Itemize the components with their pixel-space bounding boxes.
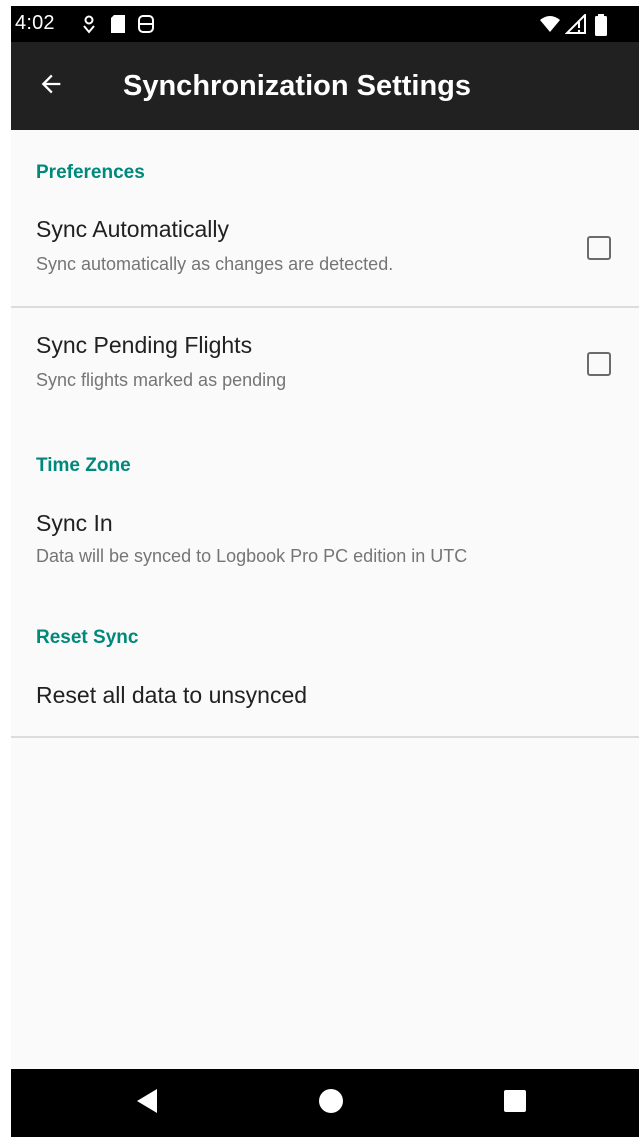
app-bar: Synchronization Settings bbox=[11, 42, 639, 130]
nav-recents-button[interactable] bbox=[495, 1083, 535, 1123]
location-pin-icon bbox=[81, 14, 97, 39]
pref-reset-all-data[interactable]: Reset all data to unsynced bbox=[11, 660, 639, 732]
nav-bar bbox=[11, 1069, 639, 1137]
signal-icon bbox=[564, 12, 587, 39]
pref-sync-pending-flights[interactable]: Sync Pending Flights Sync flights marked… bbox=[11, 318, 639, 418]
sync-pending-flights-checkbox[interactable] bbox=[587, 352, 611, 376]
category-header-preferences: Preferences bbox=[36, 162, 145, 183]
home-circle-icon bbox=[318, 1088, 344, 1119]
nav-home-button[interactable] bbox=[311, 1083, 351, 1123]
pref-summary: Sync automatically as changes are detect… bbox=[36, 254, 394, 274]
page-title: Synchronization Settings bbox=[123, 70, 472, 102]
wifi-icon bbox=[539, 14, 561, 39]
divider bbox=[11, 736, 639, 738]
status-bar: 4:02 bbox=[11, 6, 639, 42]
screen: 4:02 Synchronization Settings Preference… bbox=[11, 6, 639, 1137]
recents-square-icon bbox=[503, 1089, 527, 1118]
sync-automatically-checkbox[interactable] bbox=[587, 236, 611, 260]
sd-card-icon bbox=[109, 14, 127, 39]
status-time: 4:02 bbox=[15, 12, 55, 34]
sync-status-icon bbox=[137, 14, 155, 39]
back-button[interactable] bbox=[31, 66, 71, 106]
pref-title: Reset all data to unsynced bbox=[36, 682, 308, 708]
pref-sync-in[interactable]: Sync In Data will be synced to Logbook P… bbox=[11, 492, 639, 592]
arrow-back-icon bbox=[37, 70, 65, 103]
pref-summary: Sync flights marked as pending bbox=[36, 370, 287, 390]
pref-sync-automatically[interactable]: Sync Automatically Sync automatically as… bbox=[11, 202, 639, 302]
pref-summary: Data will be synced to Logbook Pro PC ed… bbox=[36, 546, 468, 566]
nav-back-button[interactable] bbox=[127, 1083, 167, 1123]
pref-title: Sync Pending Flights bbox=[36, 332, 253, 358]
pref-title: Sync Automatically bbox=[36, 216, 230, 242]
category-header-time-zone: Time Zone bbox=[36, 455, 131, 476]
category-header-reset-sync: Reset Sync bbox=[36, 627, 139, 648]
pref-title: Sync In bbox=[36, 510, 113, 536]
back-triangle-icon bbox=[135, 1088, 159, 1119]
divider bbox=[11, 306, 639, 308]
battery-icon bbox=[595, 14, 607, 41]
